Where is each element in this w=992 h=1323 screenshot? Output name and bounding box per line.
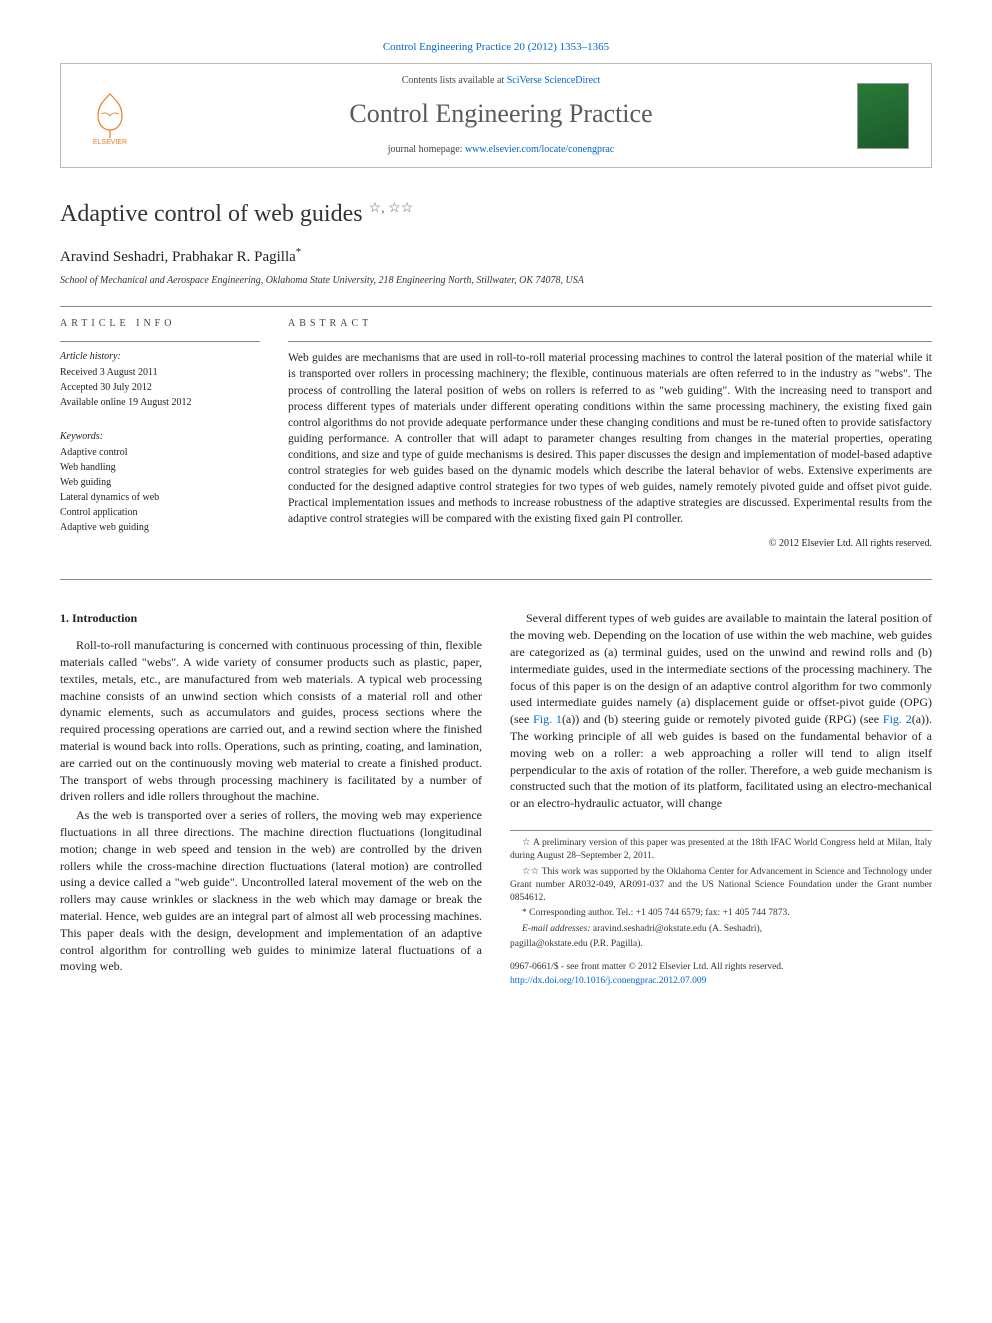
intro-para-3: Several different types of web guides ar… xyxy=(510,610,932,812)
journal-banner: ELSEVIER Contents lists available at Sci… xyxy=(60,63,932,167)
keyword: Web guiding xyxy=(60,476,260,490)
title-footnote-marks: ☆, ☆☆ xyxy=(369,201,414,216)
article-info-heading: ARTICLE INFO xyxy=(60,317,260,331)
emails-label: E-mail addresses: xyxy=(522,924,591,934)
affiliation: School of Mechanical and Aerospace Engin… xyxy=(60,274,932,288)
contents-prefix: Contents lists available at xyxy=(402,75,507,86)
history-label: Article history: xyxy=(60,350,260,364)
history-received: Received 3 August 2011 xyxy=(60,366,260,380)
keyword: Adaptive control xyxy=(60,446,260,460)
para3-part-a: Several different types of web guides ar… xyxy=(510,611,932,726)
fig1-link[interactable]: Fig. 1 xyxy=(533,712,562,726)
intro-para-1: Roll-to-roll manufacturing is concerned … xyxy=(60,637,482,805)
homepage-prefix: journal homepage: xyxy=(388,144,465,155)
footnote-star2: ☆☆ This work was supported by the Oklaho… xyxy=(510,866,932,906)
body-two-column: 1. Introduction Roll-to-roll manufacturi… xyxy=(60,610,932,988)
section-1-heading: 1. Introduction xyxy=(60,610,482,627)
homepage-link[interactable]: www.elsevier.com/locate/conengprac xyxy=(465,144,614,155)
email-1: aravind.seshadri@okstate.edu (A. Seshadr… xyxy=(593,924,762,934)
publisher-logo-block: ELSEVIER xyxy=(75,86,145,146)
citation-link[interactable]: Control Engineering Practice 20 (2012) 1… xyxy=(383,41,609,53)
keywords-block: Keywords: Adaptive control Web handling … xyxy=(60,422,260,535)
history-online: Available online 19 August 2012 xyxy=(60,396,260,410)
footnote-star1: ☆ A preliminary version of this paper wa… xyxy=(510,837,932,864)
journal-cover-icon xyxy=(857,83,909,149)
svg-text:ELSEVIER: ELSEVIER xyxy=(93,139,127,146)
article-title: Adaptive control of web guides ☆, ☆☆ xyxy=(60,198,932,232)
keyword: Web handling xyxy=(60,461,260,475)
author-names: Aravind Seshadri, Prabhakar R. Pagilla xyxy=(60,249,296,265)
bottom-meta: 0967-0661/$ - see front matter © 2012 El… xyxy=(510,961,932,988)
journal-title: Control Engineering Practice xyxy=(145,96,857,132)
keyword: Control application xyxy=(60,506,260,520)
title-text: Adaptive control of web guides xyxy=(60,201,363,227)
abstract-copyright: © 2012 Elsevier Ltd. All rights reserved… xyxy=(288,537,932,551)
footnote-email-2: pagilla@okstate.edu (P.R. Pagilla). xyxy=(510,938,932,951)
authors-line: Aravind Seshadri, Prabhakar R. Pagilla* xyxy=(60,245,932,268)
keyword: Adaptive web guiding xyxy=(60,521,260,535)
cover-thumb-block xyxy=(857,83,917,149)
contents-line: Contents lists available at SciVerse Sci… xyxy=(145,74,857,88)
keywords-label: Keywords: xyxy=(60,430,260,444)
divider xyxy=(60,306,932,307)
intro-para-2: As the web is transported over a series … xyxy=(60,807,482,975)
para3-part-b: (a)) and (b) steering guide or remotely … xyxy=(562,712,883,726)
issn-line: 0967-0661/$ - see front matter © 2012 El… xyxy=(510,961,932,974)
abstract-text: Web guides are mechanisms that are used … xyxy=(288,341,932,527)
history-accepted: Accepted 30 July 2012 xyxy=(60,381,260,395)
fig2-link[interactable]: Fig. 2 xyxy=(883,712,912,726)
footnote-corresponding: * Corresponding author. Tel.: +1 405 744… xyxy=(510,907,932,920)
footnote-emails: E-mail addresses: aravind.seshadri@oksta… xyxy=(510,923,932,936)
elsevier-tree-icon: ELSEVIER xyxy=(83,86,137,146)
doi-link[interactable]: http://dx.doi.org/10.1016/j.conengprac.2… xyxy=(510,976,706,986)
abstract-column: ABSTRACT Web guides are mechanisms that … xyxy=(288,317,932,551)
article-info-column: ARTICLE INFO Article history: Received 3… xyxy=(60,317,260,551)
keyword: Lateral dynamics of web xyxy=(60,491,260,505)
citation-header: Control Engineering Practice 20 (2012) 1… xyxy=(60,40,932,55)
article-history-block: Article history: Received 3 August 2011 … xyxy=(60,341,260,410)
divider xyxy=(60,579,932,580)
abstract-heading: ABSTRACT xyxy=(288,317,932,331)
corresponding-mark: * xyxy=(296,246,302,258)
homepage-line: journal homepage: www.elsevier.com/locat… xyxy=(145,143,857,157)
para3-part-c: (a)). The working principle of all web g… xyxy=(510,712,932,810)
footnotes-block: ☆ A preliminary version of this paper wa… xyxy=(510,830,932,988)
sciencedirect-link[interactable]: SciVerse ScienceDirect xyxy=(507,75,601,86)
